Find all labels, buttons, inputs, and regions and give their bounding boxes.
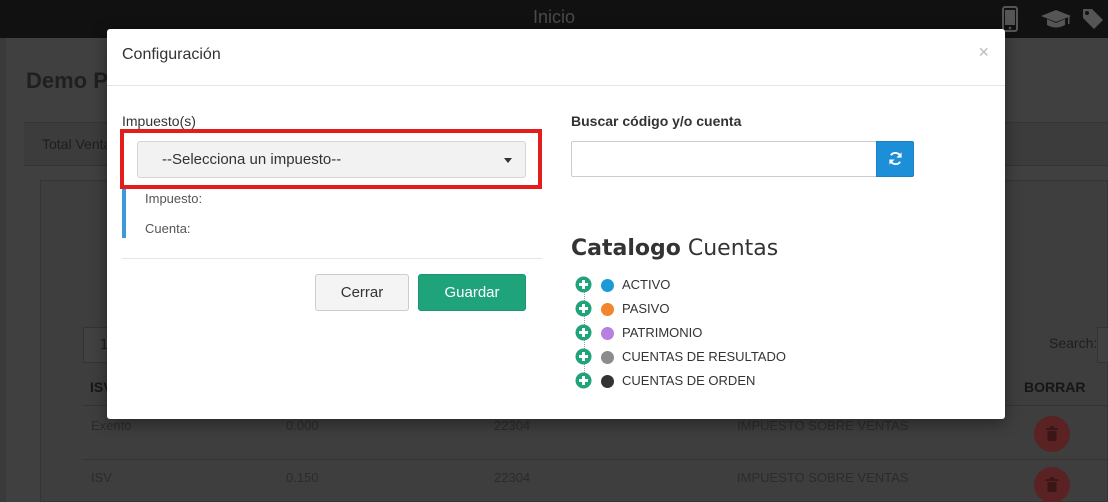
table-cell: 22304 [494, 470, 531, 485]
table-search-label: Search: [1049, 335, 1098, 351]
modal-header: Configuración × [107, 29, 1005, 86]
refresh-button[interactable] [876, 141, 914, 177]
table-cell: 0.000 [286, 418, 319, 433]
info-accent-bar [122, 189, 126, 238]
tree-item-label[interactable]: CUENTAS DE RESULTADO [622, 349, 786, 364]
account-color-dot [601, 279, 614, 292]
table-cell: Exento [91, 418, 132, 433]
cuenta-info-label: Cuenta: [145, 221, 191, 236]
buscar-cuenta-input[interactable] [571, 141, 877, 177]
tree-item-label[interactable]: CUENTAS DE ORDEN [622, 373, 755, 388]
highlight-box [120, 129, 542, 189]
page-title: Demo P [26, 68, 108, 93]
expand-plus-icon[interactable] [575, 276, 592, 293]
table-cell: IMPUESTO SOBRE VENTAS [737, 418, 909, 433]
table-cell: ISV [91, 470, 112, 485]
tree-item-label[interactable]: PATRIMONIO [622, 325, 702, 340]
divider [122, 258, 542, 259]
buscar-label: Buscar código y/o cuenta [571, 113, 742, 129]
account-color-dot [601, 303, 614, 316]
table-cell: 22304 [494, 418, 531, 433]
guardar-button[interactable]: Guardar [418, 274, 526, 311]
close-icon[interactable]: × [978, 42, 989, 63]
tab-total-venta[interactable]: Total Venta [42, 136, 111, 152]
account-color-dot [601, 351, 614, 364]
expand-plus-icon[interactable] [575, 372, 592, 389]
modal-title: Configuración [122, 46, 221, 63]
expand-plus-icon[interactable] [575, 300, 592, 317]
account-color-dot [601, 327, 614, 340]
delete-button[interactable] [1034, 416, 1070, 452]
configuracion-modal: Configuración × Impuesto(s) --Selecciona… [107, 29, 1005, 419]
table-cell: 0.150 [286, 470, 319, 485]
catalogo-title-bold: Catalogo [571, 236, 681, 261]
account-color-dot [601, 375, 614, 388]
table-row [83, 459, 1108, 502]
impuestos-label: Impuesto(s) [122, 113, 196, 129]
catalogo-title-light: Cuentas [687, 236, 779, 261]
table-cell: IMPUESTO SOBRE VENTAS [737, 470, 909, 485]
table-header-borrar: BORRAR [1024, 379, 1086, 395]
catalogo-title: Catalogo Cuentas [571, 236, 778, 261]
expand-plus-icon[interactable] [575, 348, 592, 365]
expand-plus-icon[interactable] [575, 324, 592, 341]
tree-item-label[interactable]: ACTIVO [622, 277, 670, 292]
navbar-title: Inicio [532, 7, 576, 27]
cerrar-button[interactable]: Cerrar [315, 274, 409, 311]
graduation-cap-icon[interactable] [1040, 9, 1072, 33]
tags-icon[interactable] [1082, 8, 1108, 34]
tree-item-label[interactable]: PASIVO [622, 301, 669, 316]
delete-button[interactable] [1034, 467, 1070, 502]
impuesto-info-label: Impuesto: [145, 191, 203, 206]
table-search-input[interactable] [1097, 327, 1108, 363]
